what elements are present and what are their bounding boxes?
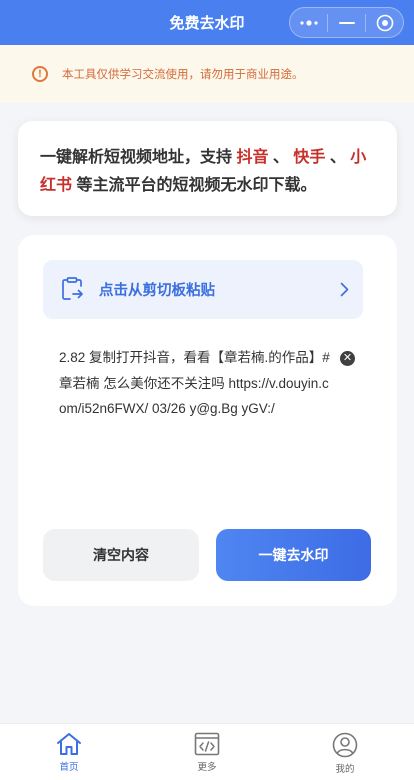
clear-content-button[interactable]: 清空内容 (43, 529, 199, 581)
tab-more[interactable]: 更多 (138, 724, 276, 780)
platform-kuaishou: 快手 (293, 149, 326, 166)
intro-text: 一键解析短视频地址，支持 抖音 、 快手 、 小红书 等主流平台的短视频无水印下… (40, 144, 377, 200)
more-button[interactable] (290, 8, 327, 37)
intro-separator: 、 (325, 149, 351, 166)
page-title: 免费去水印 (169, 15, 245, 32)
intro-text-after: 等主流平台的短视频无水印下载。 (72, 177, 317, 194)
target-close-icon (376, 14, 393, 31)
platform-douyin: 抖音 (236, 149, 269, 166)
intro-card: 一键解析短视频地址，支持 抖音 、 快手 、 小红书 等主流平台的短视频无水印下… (18, 121, 397, 216)
tab-profile-label: 我的 (335, 764, 355, 775)
main-card: 点击从剪切板粘贴 2.82 复制打开抖音，看看【章若楠.的作品】# 章若楠 怎么… (18, 235, 397, 606)
disclaimer-notice: ! 本工具仅供学习交流使用，请勿用于商业用途。 (0, 45, 414, 103)
chevron-right-icon (340, 282, 349, 297)
more-dots-icon (299, 19, 318, 26)
alert-circle-icon: ! (32, 66, 48, 82)
paste-from-clipboard-button[interactable]: 点击从剪切板粘贴 (43, 260, 363, 319)
code-icon (194, 732, 220, 756)
intro-text-before: 一键解析短视频地址，支持 (40, 149, 237, 166)
tab-more-label: 更多 (197, 762, 217, 773)
paste-label: 点击从剪切板粘贴 (99, 283, 215, 299)
share-link-textarea[interactable]: 2.82 复制打开抖音，看看【章若楠.的作品】# 章若楠 怎么美你还不关注吗 h… (59, 345, 334, 422)
user-icon (332, 732, 358, 758)
clear-input-icon[interactable]: ✕ (340, 351, 355, 366)
tab-bar: 首页 更多 我的 (0, 723, 414, 780)
mini-program-capsule (289, 7, 404, 38)
minimize-icon (338, 21, 355, 24)
minimize-button[interactable] (328, 8, 365, 37)
intro-separator: 、 (268, 149, 294, 166)
close-button[interactable] (366, 8, 403, 37)
tab-home-label: 首页 (59, 762, 79, 773)
navigation-bar: 免费去水印 (0, 0, 414, 45)
tab-profile[interactable]: 我的 (276, 724, 414, 780)
notice-text: 本工具仅供学习交流使用，请勿用于商业用途。 (62, 69, 304, 81)
clipboard-paste-icon (62, 277, 83, 300)
remove-watermark-button[interactable]: 一键去水印 (216, 529, 371, 581)
tab-home[interactable]: 首页 (0, 724, 138, 780)
home-icon (57, 733, 81, 755)
